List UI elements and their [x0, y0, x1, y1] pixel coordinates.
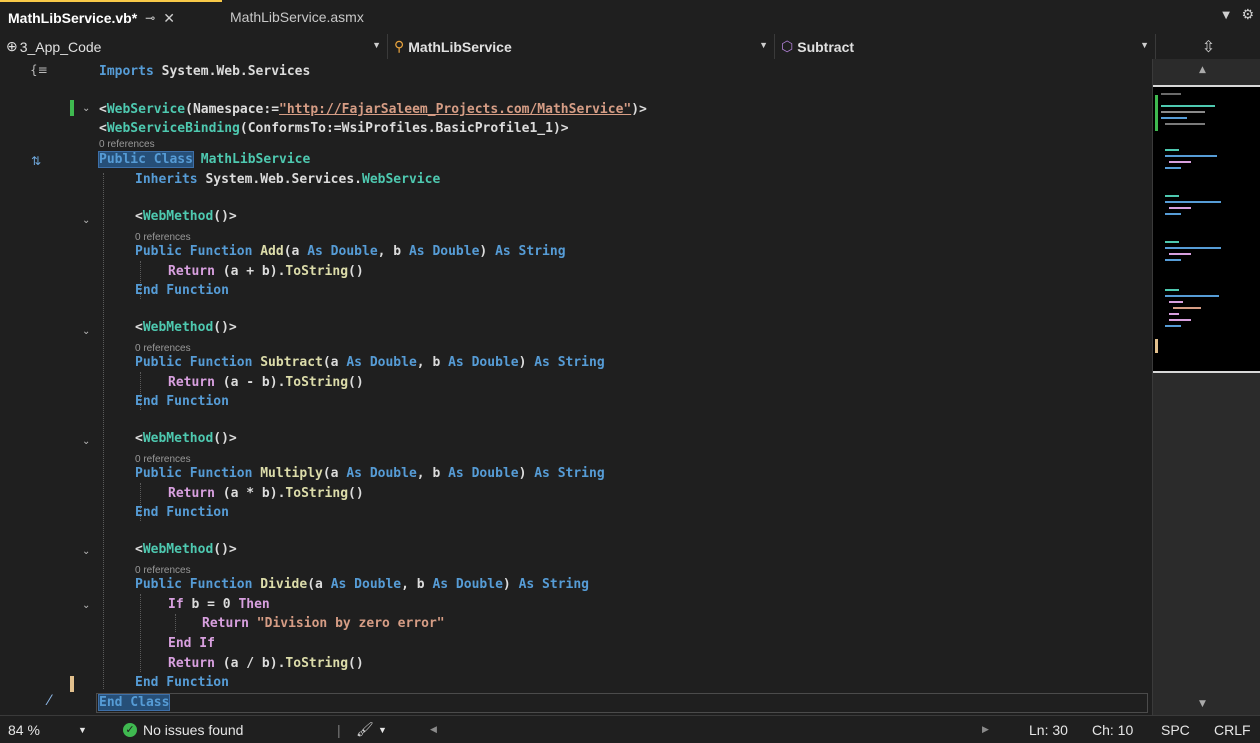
- chevron-down-icon[interactable]: ⌄: [82, 216, 92, 226]
- code-line-imports: Imports System.Web.Services: [99, 64, 311, 79]
- split-editor-icon[interactable]: ⇳: [1155, 34, 1260, 59]
- code-line-webservicebinding-attribute: <WebServiceBinding(ConformsTo:=WsiProfil…: [99, 121, 569, 136]
- status-bar: 84 % ▼ ✓ No issues found | 🖌 ▼ ◀ ▶ Ln: 3…: [0, 715, 1260, 742]
- navigation-bar: ⊕ 3_App_Code ▼ ⚲ MathLibService ▼ ⬡ Subt…: [0, 34, 1260, 60]
- code-line-return-divide: Return (a / b).ToString(): [168, 656, 364, 671]
- issues-indicator[interactable]: ✓ No issues found: [123, 716, 243, 743]
- code-line-return-subtract: Return (a - b).ToString(): [168, 375, 364, 390]
- chevron-down-icon[interactable]: ⌄: [82, 601, 92, 611]
- method-cube-icon: ⬡: [781, 38, 794, 54]
- globe-icon: ⊕: [6, 38, 18, 54]
- code-cleanup-brush-icon[interactable]: 🖌: [356, 716, 374, 743]
- chevron-down-icon[interactable]: ▼: [78, 716, 87, 743]
- zoom-level-dropdown[interactable]: 84 %: [8, 716, 40, 743]
- quick-actions-brush-icon[interactable]: ⁄: [48, 693, 50, 709]
- code-line-if: If b = 0 Then: [168, 597, 270, 612]
- scroll-down-icon[interactable]: ▼: [1199, 699, 1206, 709]
- indent-guide: [175, 614, 176, 632]
- code-line-webmethod-attribute: <WebMethod()>: [135, 320, 237, 335]
- change-indicator: [70, 100, 74, 116]
- minimap-scrollbar[interactable]: ▲ ▼: [1152, 59, 1260, 715]
- code-line-class-declaration: Public Class MathLibService: [98, 151, 311, 168]
- tab-mathlibservice-vb[interactable]: MathLibService.vb* ⊸ ✕: [0, 0, 222, 34]
- project-dropdown[interactable]: ⊕ 3_App_Code ▼: [0, 34, 388, 59]
- check-circle-icon: ✓: [123, 722, 137, 737]
- code-line-function-subtract: Public Function Subtract(a As Double, b …: [135, 355, 605, 370]
- scroll-left-icon[interactable]: ◀: [430, 716, 437, 743]
- code-line-function-multiply: Public Function Multiply(a As Double, b …: [135, 466, 605, 481]
- gear-icon[interactable]: ⚙: [1241, 7, 1254, 23]
- code-line-webservice-attribute: <WebService(Namespace:="http://FajarSale…: [99, 102, 647, 117]
- tab-label: MathLibService.asmx: [230, 9, 364, 25]
- tab-overflow-dropdown-icon[interactable]: ▼: [1222, 10, 1230, 21]
- chevron-down-icon[interactable]: ⌄: [82, 547, 92, 557]
- scroll-up-icon[interactable]: ▲: [1199, 65, 1206, 75]
- code-line-webmethod-attribute: <WebMethod()>: [135, 431, 237, 446]
- code-line-webmethod-attribute: <WebMethod()>: [135, 209, 237, 224]
- chevron-down-icon: ▼: [1140, 40, 1149, 50]
- code-line-return-add: Return (a + b).ToString(): [168, 264, 364, 279]
- line-indicator[interactable]: Ln: 30: [1029, 716, 1068, 743]
- code-line-end-if: End If: [168, 636, 215, 651]
- document-tab-strip: MathLibService.vb* ⊸ ✕ MathLibService.as…: [0, 0, 1260, 36]
- tab-mathlibservice-asmx[interactable]: MathLibService.asmx: [222, 0, 372, 34]
- member-dropdown[interactable]: ⬡ Subtract ▼: [777, 34, 1155, 59]
- scroll-right-icon[interactable]: ▶: [982, 716, 989, 743]
- pin-icon[interactable]: ⊸: [145, 11, 155, 25]
- code-line-end-function: End Function: [135, 505, 229, 520]
- codelens-references[interactable]: 0 references: [99, 139, 155, 150]
- chevron-down-icon[interactable]: ⌄: [82, 104, 92, 114]
- tab-label: MathLibService.vb*: [8, 10, 138, 26]
- code-line-end-function: End Function: [135, 283, 229, 298]
- class-dropdown[interactable]: ⚲ MathLibService ▼: [390, 34, 775, 59]
- code-line-function-add: Public Function Add(a As Double, b As Do…: [135, 244, 566, 259]
- separator: |: [337, 721, 341, 738]
- editor-gutter: {≡ ⇅ ⁄ ⌄ ⌄ ⌄ ⌄ ⌄ ⌄: [0, 59, 96, 715]
- code-line-return-error: Return "Division by zero error": [202, 616, 445, 631]
- member-name: Subtract: [797, 38, 855, 55]
- chevron-down-icon[interactable]: ⌄: [82, 327, 92, 337]
- imports-group-icon: {≡: [30, 63, 48, 77]
- chevron-down-icon[interactable]: ▼: [378, 716, 387, 743]
- column-indicator[interactable]: Ch: 10: [1092, 716, 1133, 743]
- code-line-end-class: End Class: [97, 694, 171, 711]
- code-line-end-function: End Function: [135, 675, 229, 690]
- implementation-icon[interactable]: ⇅: [31, 154, 41, 168]
- project-name: 3_App_Code: [19, 38, 102, 55]
- chevron-down-icon: ▼: [372, 40, 381, 50]
- zoom-level: 84 %: [8, 721, 40, 738]
- code-editor[interactable]: {≡ ⇅ ⁄ ⌄ ⌄ ⌄ ⌄ ⌄ ⌄ Imports System.Web.Se…: [0, 59, 1152, 715]
- whitespace-indicator[interactable]: SPC: [1161, 716, 1190, 743]
- change-indicator: [70, 676, 74, 692]
- class-name: MathLibService: [408, 38, 512, 55]
- code-line-function-divide: Public Function Divide(a As Double, b As…: [135, 577, 590, 592]
- indent-guide: [103, 173, 104, 689]
- code-line-return-multiply: Return (a * b).ToString(): [168, 486, 364, 501]
- code-line-end-function: End Function: [135, 394, 229, 409]
- minimap-viewport[interactable]: [1153, 85, 1260, 373]
- class-icon: ⚲: [394, 38, 405, 54]
- close-icon[interactable]: ✕: [163, 10, 175, 27]
- indent-guide: [140, 594, 141, 672]
- line-ending-indicator[interactable]: CRLF: [1214, 716, 1251, 743]
- code-line-inherits: Inherits System.Web.Services.WebService: [135, 172, 441, 187]
- chevron-down-icon: ▼: [759, 40, 768, 50]
- issues-text: No issues found: [143, 721, 244, 738]
- current-line-highlight: [96, 693, 1148, 713]
- chevron-down-icon[interactable]: ⌄: [82, 437, 92, 447]
- code-line-webmethod-attribute: <WebMethod()>: [135, 542, 237, 557]
